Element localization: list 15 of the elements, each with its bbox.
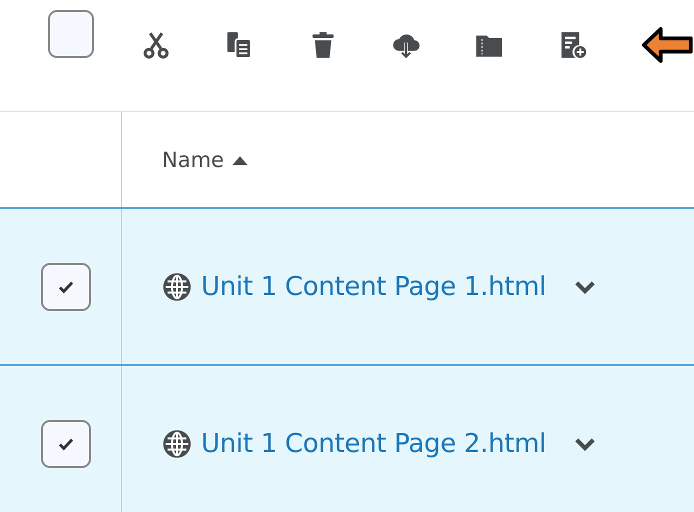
row-checkbox[interactable] xyxy=(40,420,90,468)
table-row[interactable]: Unit 1 Content Page 1.html xyxy=(0,207,694,364)
file-link[interactable]: Unit 1 Content Page 2.html xyxy=(201,428,546,458)
row-checkbox[interactable] xyxy=(40,262,90,310)
file-link[interactable]: Unit 1 Content Page 1.html xyxy=(201,272,546,302)
name-column-header[interactable]: Name xyxy=(162,148,248,172)
chevron-down-icon[interactable] xyxy=(574,280,596,294)
scissors-icon[interactable] xyxy=(142,30,170,60)
globe-icon xyxy=(162,272,192,302)
globe-icon xyxy=(162,428,192,458)
sort-ascending-icon[interactable] xyxy=(232,154,248,164)
arrow-callout xyxy=(641,24,694,66)
select-all-checkbox[interactable] xyxy=(48,10,94,58)
chevron-down-icon[interactable] xyxy=(574,436,596,450)
table-row[interactable]: Unit 1 Content Page 2.html xyxy=(0,364,694,512)
